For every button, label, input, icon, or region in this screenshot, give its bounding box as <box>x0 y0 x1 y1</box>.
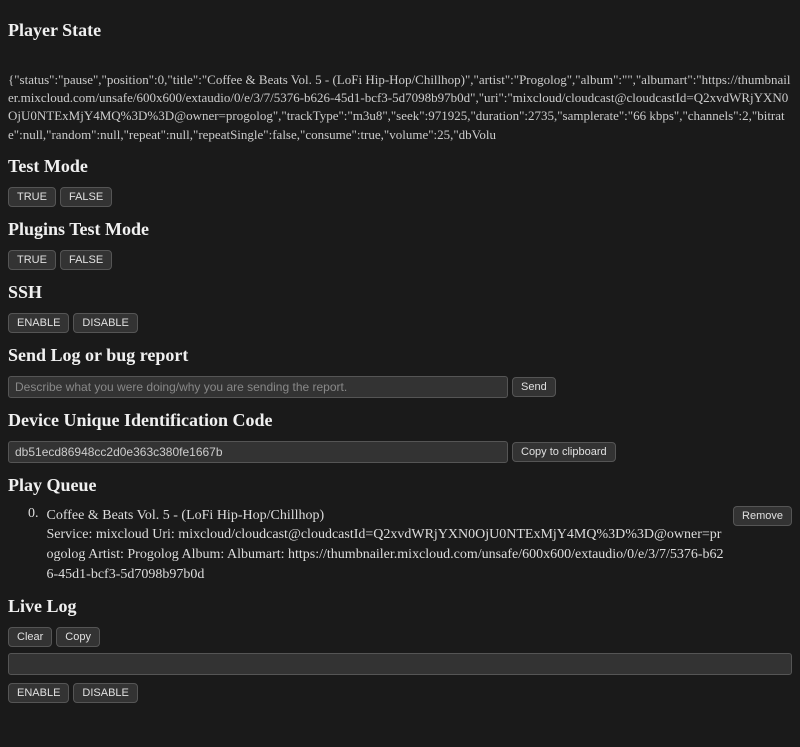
play-queue-heading: Play Queue <box>8 475 792 496</box>
live-log-box <box>8 653 792 675</box>
test-mode-false-button[interactable]: FALSE <box>60 187 112 207</box>
device-id-input[interactable] <box>8 441 508 463</box>
ssh-disable-button[interactable]: DISABLE <box>73 313 137 333</box>
device-id-heading: Device Unique Identification Code <box>8 410 792 431</box>
queue-item-details: Service: mixcloud Uri: mixcloud/cloudcas… <box>47 525 726 584</box>
live-log-disable-button[interactable]: DISABLE <box>73 683 137 703</box>
live-log-heading: Live Log <box>8 596 792 617</box>
plugins-test-mode-heading: Plugins Test Mode <box>8 219 792 240</box>
player-state-content: {"status":"pause","position":0,"title":"… <box>8 71 792 144</box>
ssh-heading: SSH <box>8 282 792 303</box>
plugins-test-mode-true-button[interactable]: TRUE <box>8 250 56 270</box>
live-log-enable-button[interactable]: ENABLE <box>8 683 69 703</box>
queue-item: 0. Coffee & Beats Vol. 5 - (LoFi Hip-Hop… <box>28 506 792 584</box>
copy-device-id-button[interactable]: Copy to clipboard <box>512 442 616 462</box>
queue-item-title: Coffee & Beats Vol. 5 - (LoFi Hip-Hop/Ch… <box>47 506 726 526</box>
test-mode-true-button[interactable]: TRUE <box>8 187 56 207</box>
send-log-heading: Send Log or bug report <box>8 345 792 366</box>
send-log-button[interactable]: Send <box>512 377 556 397</box>
ssh-enable-button[interactable]: ENABLE <box>8 313 69 333</box>
plugins-test-mode-false-button[interactable]: FALSE <box>60 250 112 270</box>
live-log-copy-button[interactable]: Copy <box>56 627 100 647</box>
test-mode-heading: Test Mode <box>8 156 792 177</box>
player-state-heading: Player State <box>8 20 792 41</box>
live-log-clear-button[interactable]: Clear <box>8 627 52 647</box>
send-log-input[interactable] <box>8 376 508 398</box>
queue-item-remove-button[interactable]: Remove <box>733 506 792 526</box>
queue-item-index: 0. <box>28 506 39 522</box>
